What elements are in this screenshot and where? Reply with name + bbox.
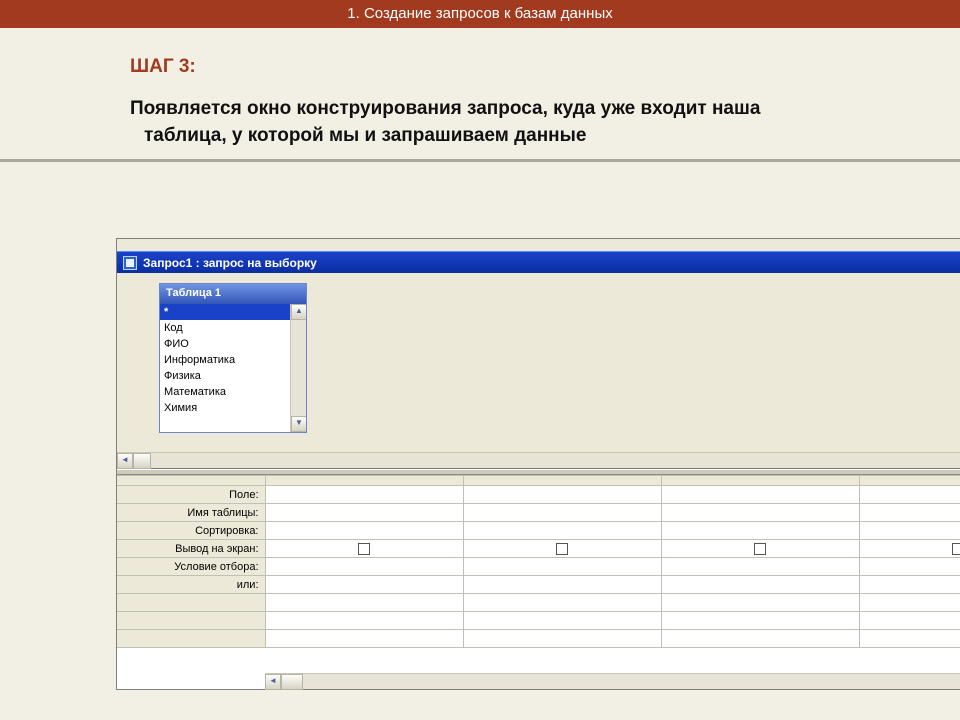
grid-cell[interactable] (859, 504, 960, 522)
grid-label-field: Поле: (117, 486, 265, 504)
column-selector[interactable] (859, 476, 960, 486)
grid-cell-show[interactable] (661, 540, 859, 558)
grid-cell[interactable] (265, 522, 463, 540)
grid-cell[interactable] (859, 594, 960, 612)
grid-cell[interactable] (859, 486, 960, 504)
diagram-hscroll[interactable]: ◄ (117, 452, 960, 468)
grid-cell[interactable] (463, 504, 661, 522)
table-box[interactable]: Таблица 1 * Код ФИО Информатика Физика М… (159, 283, 307, 433)
diagram-pane[interactable]: Таблица 1 * Код ФИО Информатика Физика М… (117, 273, 960, 469)
scroll-up-button[interactable]: ▲ (291, 304, 306, 320)
grid-cell[interactable] (661, 612, 859, 630)
scroll-thumb[interactable] (133, 453, 151, 469)
grid-cell[interactable] (661, 486, 859, 504)
grid-label-criteria: Условие отбора: (117, 558, 265, 576)
grid-cell[interactable] (265, 612, 463, 630)
step-body: Появляется окно конструирования запроса,… (130, 96, 780, 149)
slide-header: 1. Создание запросов к базам данных (0, 0, 960, 28)
scroll-left-button[interactable]: ◄ (265, 674, 281, 690)
grid-cell-show[interactable] (265, 540, 463, 558)
access-window: Запрос1 : запрос на выборку Таблица 1 * … (116, 238, 960, 690)
grid-cell[interactable] (661, 576, 859, 594)
grid-cell[interactable] (661, 594, 859, 612)
grid-label-table: Имя таблицы: (117, 504, 265, 522)
grid-cell[interactable] (463, 630, 661, 648)
grid-cell[interactable] (463, 522, 661, 540)
grid-cell[interactable] (859, 522, 960, 540)
grid-cell[interactable] (265, 486, 463, 504)
grid-label-show: Вывод на экран: (117, 540, 265, 558)
grid-cell[interactable] (661, 504, 859, 522)
field-row[interactable]: Химия (160, 400, 306, 416)
column-selector[interactable] (661, 476, 859, 486)
grid-cell[interactable] (859, 576, 960, 594)
checkbox-icon[interactable] (952, 543, 960, 555)
scroll-down-button[interactable]: ▼ (291, 416, 306, 432)
table-box-title[interactable]: Таблица 1 (160, 284, 306, 304)
grid-label-sort: Сортировка: (117, 522, 265, 540)
grid-cell[interactable] (265, 576, 463, 594)
separator-line (0, 159, 960, 162)
grid-cell[interactable] (661, 522, 859, 540)
grid-cell[interactable] (463, 558, 661, 576)
field-row[interactable]: Информатика (160, 352, 306, 368)
field-row[interactable]: Физика (160, 368, 306, 384)
grid-cell[interactable] (859, 558, 960, 576)
field-row[interactable]: Код (160, 320, 306, 336)
checkbox-icon[interactable] (556, 543, 568, 555)
grid-cell[interactable] (463, 612, 661, 630)
grid-corner (117, 476, 265, 486)
grid-cell[interactable] (859, 630, 960, 648)
grid-label-blank (117, 594, 265, 612)
column-selector[interactable] (265, 476, 463, 486)
field-list[interactable]: * Код ФИО Информатика Физика Математика … (160, 304, 306, 432)
grid-label-blank (117, 612, 265, 630)
grid-cell[interactable] (463, 486, 661, 504)
step-heading: ШАГ 3: (130, 56, 920, 78)
grid-cell[interactable] (463, 576, 661, 594)
design-grid[interactable]: Поле: Имя таблицы: Сортировка: (117, 475, 960, 648)
scroll-left-button[interactable]: ◄ (117, 453, 133, 469)
grid-cell[interactable] (859, 612, 960, 630)
grid-cell[interactable] (265, 594, 463, 612)
design-grid-pane: Поле: Имя таблицы: Сортировка: (117, 475, 960, 689)
window-title-text: Запрос1 : запрос на выборку (143, 256, 317, 270)
checkbox-icon[interactable] (358, 543, 370, 555)
caption-spacer (117, 239, 960, 251)
window-title-bar[interactable]: Запрос1 : запрос на выборку (117, 251, 960, 273)
grid-cell[interactable] (265, 504, 463, 522)
grid-cell[interactable] (265, 630, 463, 648)
grid-cell[interactable] (463, 594, 661, 612)
column-selector[interactable] (463, 476, 661, 486)
grid-cell-show[interactable] (859, 540, 960, 558)
grid-cell[interactable] (661, 558, 859, 576)
grid-cell[interactable] (661, 630, 859, 648)
scroll-thumb[interactable] (281, 674, 303, 690)
grid-hscroll[interactable]: ◄ (265, 673, 960, 689)
grid-label-blank (117, 630, 265, 648)
field-list-vscroll[interactable]: ▲ ▼ (290, 304, 306, 432)
field-row-star[interactable]: * (160, 304, 306, 320)
grid-cell-show[interactable] (463, 540, 661, 558)
field-row[interactable]: ФИО (160, 336, 306, 352)
field-row[interactable]: Математика (160, 384, 306, 400)
grid-cell[interactable] (265, 558, 463, 576)
grid-label-or: или: (117, 576, 265, 594)
window-icon (123, 256, 137, 270)
checkbox-icon[interactable] (754, 543, 766, 555)
